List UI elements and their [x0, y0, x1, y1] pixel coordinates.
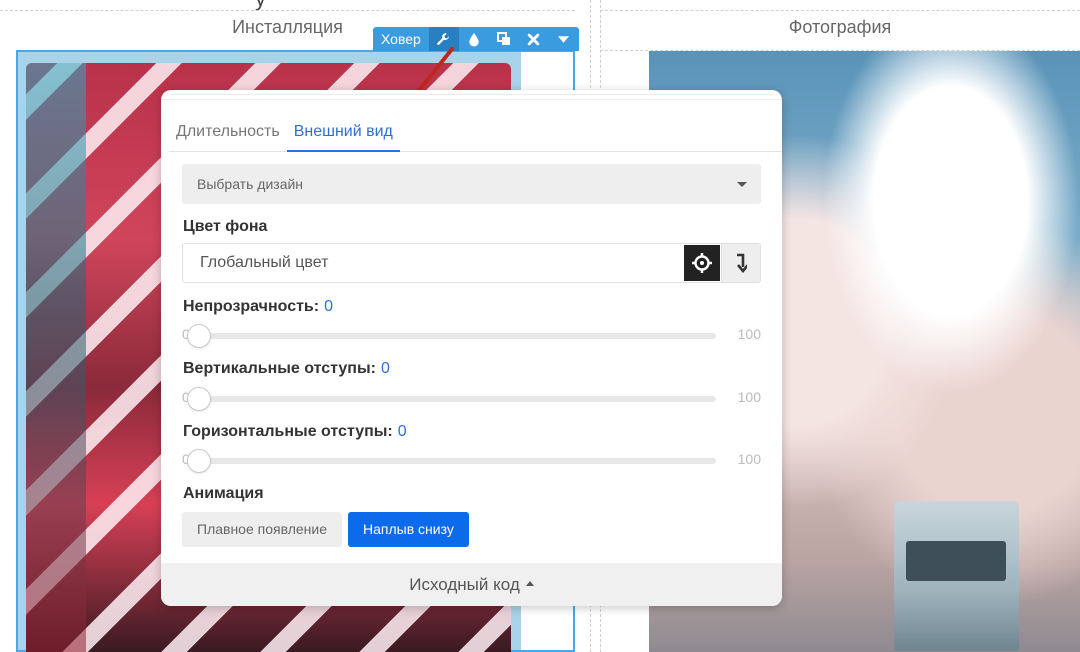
right-column-title: Фотография — [788, 17, 892, 37]
more-button[interactable] — [549, 27, 579, 51]
tab-appearance[interactable]: Внешний вид — [286, 114, 400, 152]
background-color-field[interactable]: Глобальный цвет — [182, 243, 761, 283]
source-code-label: Исходный код — [409, 575, 520, 594]
source-code-toggle[interactable]: Исходный код — [161, 563, 782, 606]
horizontal-padding-label-text: Горизонтальные отступы: — [183, 423, 393, 440]
slider-max: 100 — [737, 389, 761, 405]
divider — [600, 10, 1080, 11]
caret-down-icon — [737, 182, 747, 187]
crosshair-icon — [692, 253, 712, 273]
slider-track[interactable] — [187, 449, 716, 473]
opacity-label: Непрозрачность: 0 — [183, 298, 333, 316]
droplet-icon — [469, 32, 479, 47]
animation-fade-in-button[interactable]: Плавное появление — [182, 512, 343, 547]
close-icon — [528, 33, 540, 45]
slider-thumb[interactable] — [187, 449, 211, 473]
vertical-padding-value: 0 — [380, 360, 390, 377]
tab-duration[interactable]: Длительность — [169, 114, 287, 152]
horizontal-padding-value: 0 — [397, 423, 407, 440]
animation-options: Плавное появление Наплыв снизу — [182, 512, 469, 547]
color-picker-button[interactable] — [684, 245, 720, 281]
vertical-padding-label: Вертикальные отступы: 0 — [183, 360, 390, 378]
caret-up-icon — [525, 581, 534, 587]
hover-settings-popover: Длительность Внешний вид Выбрать дизайн … — [161, 90, 782, 606]
slider-max: 100 — [737, 451, 761, 467]
duplicate-button[interactable] — [489, 27, 519, 51]
panel-drag-handle[interactable] — [161, 90, 782, 100]
slider-track[interactable] — [187, 387, 716, 411]
bus-in-photo — [894, 501, 1019, 651]
slider-thumb[interactable] — [187, 324, 211, 348]
design-select[interactable]: Выбрать дизайн — [182, 164, 761, 204]
opacity-slider[interactable]: 0 100 — [182, 324, 761, 348]
vertical-padding-label-text: Вертикальные отступы: — [183, 360, 376, 377]
divider — [0, 10, 575, 11]
horizontal-padding-slider[interactable]: 0 100 — [182, 449, 761, 473]
slider-track[interactable] — [187, 324, 716, 348]
background-color-value: Глобальный цвет — [200, 254, 329, 271]
animation-label: Анимация — [183, 485, 264, 502]
slider-max: 100 — [737, 326, 761, 342]
opacity-value: 0 — [324, 298, 333, 315]
caret-down-icon — [558, 35, 570, 43]
arrow-down-icon — [737, 253, 747, 273]
opacity-label-text: Непрозрачность: — [183, 298, 320, 315]
horizontal-padding-label: Горизонтальные отступы: 0 — [183, 423, 407, 441]
vertical-padding-slider[interactable]: 0 100 — [182, 387, 761, 411]
background-color-label: Цвет фона — [183, 218, 268, 235]
animation-slide-up-button[interactable]: Наплыв снизу — [348, 512, 469, 547]
reset-color-button[interactable] — [721, 244, 760, 282]
color-button[interactable] — [459, 27, 489, 51]
slider-thumb[interactable] — [187, 387, 211, 411]
design-select-value: Выбрать дизайн — [197, 176, 304, 192]
copy-icon — [496, 32, 510, 45]
remove-button[interactable] — [519, 27, 549, 51]
popover-tabs: Длительность Внешний вид — [169, 114, 782, 152]
